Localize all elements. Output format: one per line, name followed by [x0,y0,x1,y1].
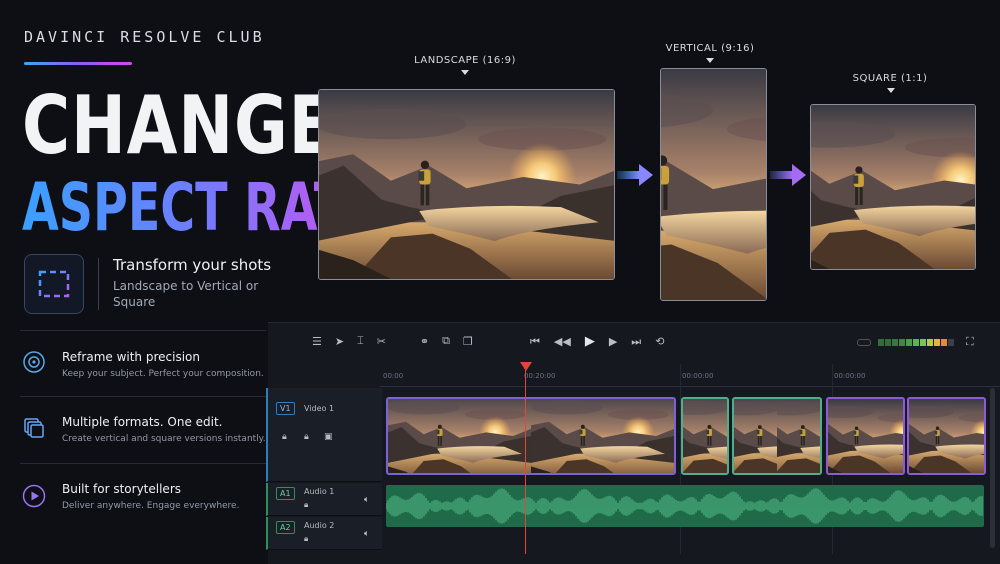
monitor-icon[interactable]: ▣ [324,432,333,442]
video-clip-landscape[interactable] [386,397,676,475]
track-badge: A1 [276,487,295,500]
trim-tool-icon[interactable]: ⌶ [357,334,364,348]
tagline-heading: Transform your shots [113,256,272,274]
transport-controls: ⏮ ◀◀ ▶ ▶ ⏭ ⟲ [530,334,664,349]
feature-item [22,350,46,378]
lock-icon[interactable]: 🔒︎ [304,432,309,442]
tagline-divider [98,258,99,310]
track-name: Video 1 [304,404,335,413]
preview-square [810,104,976,270]
snap-icon[interactable]: ⧉ [442,334,450,348]
edit-toolbar: ☰ ➤ ⌶ ✂ ⚭ ⧉ ❐ [312,334,473,348]
feature-subtitle: Create vertical and square versions inst… [62,434,266,444]
ruler-timecode: 00:00:00 [682,372,714,380]
loop-icon[interactable]: ⟲ [655,335,664,348]
select-tool-icon[interactable]: ➤ [335,335,344,348]
lock-icon[interactable]: 🔒︎ [304,500,308,510]
skip-end-icon[interactable]: ⏭ [631,335,641,349]
feature-title: Built for storytellers [62,482,181,496]
video-clip-square[interactable] [907,397,986,475]
track-header-audio-1[interactable]: A1 Audio 1 🔒︎ 🔈︎ [266,483,382,516]
track-badge: V1 [276,402,295,415]
fullscreen-icon[interactable]: ⛶ [966,335,974,349]
feature-title: Multiple formats. One edit. [62,415,223,429]
target-icon [23,351,45,373]
caret-down-icon [706,58,714,63]
meter-toggle-icon[interactable] [857,339,871,346]
caret-down-icon [461,70,469,75]
arrow-right-icon [770,164,806,186]
video-clip-vertical[interactable] [732,397,822,475]
overlay-icon[interactable]: ❐ [463,335,473,348]
title-line-1: CHANGE [22,79,335,172]
crop-icon [24,254,84,314]
preview-vertical [660,68,767,301]
track-badge: A2 [276,521,295,534]
audio-meter [857,339,954,346]
preview-label-square: SQUARE (1:1) [852,73,928,84]
play-circle-icon [22,484,46,508]
preview-label-vertical: VERTICAL (9:16) [665,43,755,54]
ruler-timecode: 00:00:00 [834,372,866,380]
divider [20,463,266,464]
speaker-icon[interactable]: 🔈︎ [364,529,369,539]
brand-name: DAVINCI RESOLVE CLUB [24,28,265,46]
divider [20,396,266,397]
audio-clip[interactable] [386,485,984,527]
playhead[interactable] [525,364,526,554]
preview-label-landscape: LANDSCAPE (16:9) [414,55,516,66]
layers-icon [24,418,44,438]
skip-start-icon[interactable]: ⏮ [530,335,540,349]
lock-icon[interactable]: 🔒︎ [304,534,308,544]
feature-subtitle: Deliver anywhere. Engage everywhere. [62,501,240,511]
lock-icon[interactable]: 🔒︎ [282,432,287,442]
blade-tool-icon[interactable]: ✂ [377,335,386,348]
divider [20,330,266,331]
video-clip-vertical[interactable] [681,397,729,475]
arrow-right-icon [617,164,653,186]
track-name: Audio 1 [304,487,335,496]
play-icon[interactable]: ▶ [585,334,595,349]
feature-item [22,484,46,512]
ruler-timecode: 00:20:00 [524,372,556,380]
feature-subtitle: Keep your subject. Perfect your composit… [62,369,264,379]
rewind-icon[interactable]: ◀◀ [554,335,571,348]
brand-underline [24,62,132,65]
track-name: Audio 2 [304,521,335,530]
caret-down-icon [887,88,895,93]
feature-item [22,416,46,444]
step-forward-icon[interactable]: ▶ [609,335,617,348]
ruler-timecode: 00:00 [383,372,404,380]
feature-title: Reframe with precision [62,350,200,364]
timeline-scrollbar[interactable] [990,388,995,548]
preview-landscape [318,89,615,280]
playhead-handle[interactable] [520,362,532,371]
audio-waveform [386,488,983,524]
tagline-subtitle: Landscape to Vertical or Square [113,279,259,309]
link-icon[interactable]: ⚭ [420,335,429,348]
track-header-video-1[interactable]: V1 Video 1 🔒︎ 🔒︎ ▣ [266,388,382,482]
track-header-audio-2[interactable]: A2 Audio 2 🔒︎ 🔈︎ [266,517,382,550]
timeline-options-icon[interactable]: ☰ [312,335,322,348]
video-clip-square[interactable] [826,397,905,475]
speaker-icon[interactable]: 🔈︎ [364,495,369,505]
